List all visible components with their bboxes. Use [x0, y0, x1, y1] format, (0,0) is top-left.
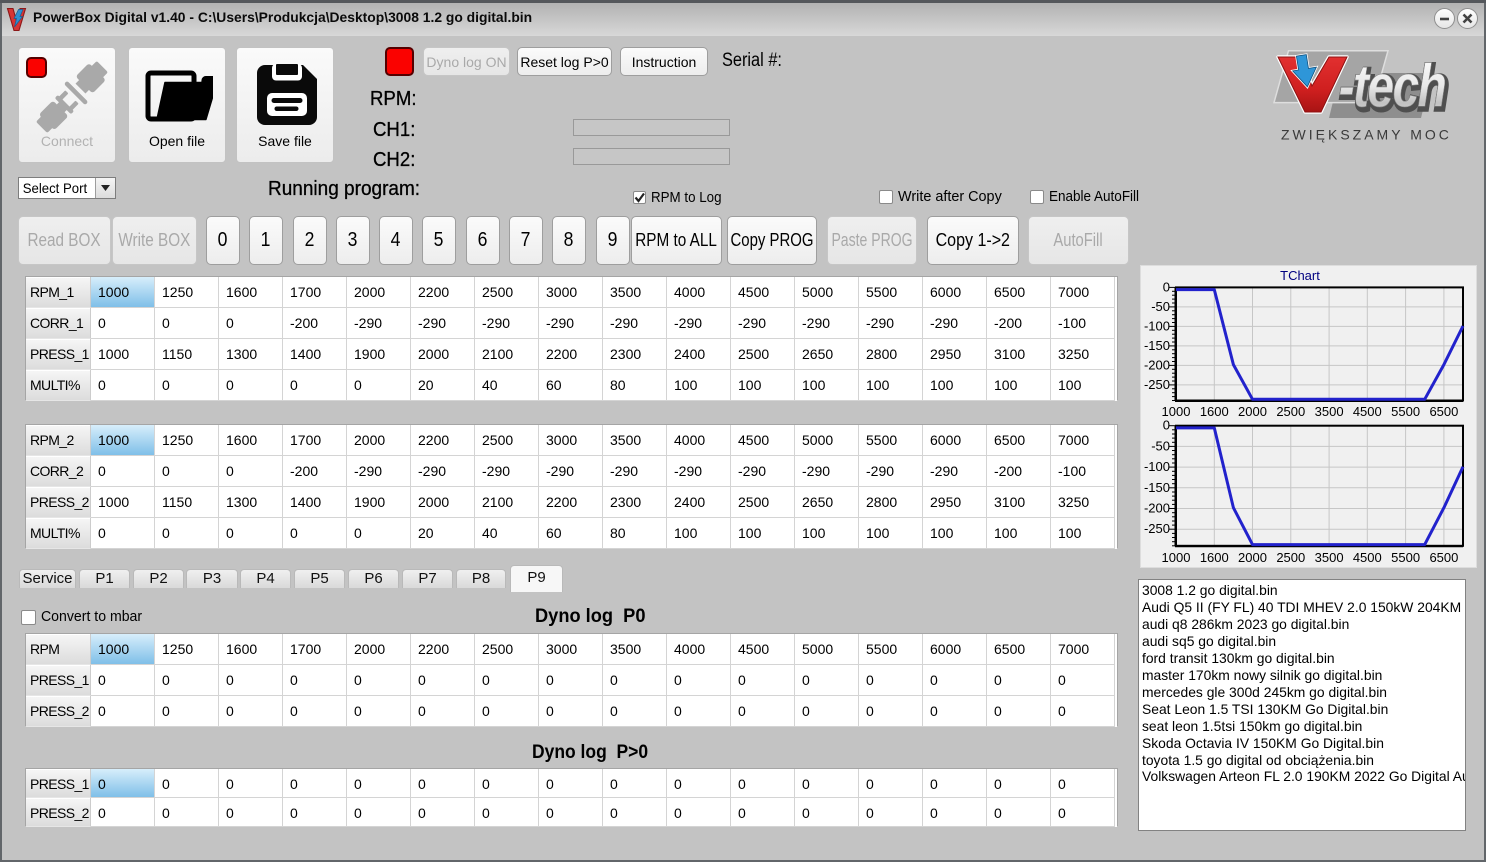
- svg-text:-100: -100: [1144, 318, 1170, 333]
- svg-text:5500: 5500: [1391, 550, 1420, 565]
- svg-text:-150: -150: [1144, 338, 1170, 353]
- svg-text:-200: -200: [1144, 357, 1170, 372]
- svg-text:4500: 4500: [1353, 550, 1382, 565]
- svg-text:-200: -200: [1144, 501, 1170, 516]
- svg-text:-50: -50: [1151, 438, 1170, 453]
- svg-text:3500: 3500: [1315, 550, 1344, 565]
- svg-text:-150: -150: [1144, 480, 1170, 495]
- svg-text:2000: 2000: [1238, 404, 1267, 419]
- svg-text:1600: 1600: [1200, 550, 1229, 565]
- svg-text:2500: 2500: [1276, 550, 1305, 565]
- svg-text:1600: 1600: [1200, 404, 1229, 419]
- svg-text:TChart: TChart: [1280, 268, 1320, 283]
- svg-text:4500: 4500: [1353, 404, 1382, 419]
- svg-text:0: 0: [1163, 418, 1170, 433]
- svg-text:-100: -100: [1144, 459, 1170, 474]
- svg-text:-250: -250: [1144, 521, 1170, 536]
- svg-text:1000: 1000: [1162, 550, 1191, 565]
- svg-text:3500: 3500: [1315, 404, 1344, 419]
- svg-text:-250: -250: [1144, 377, 1170, 392]
- svg-text:6500: 6500: [1429, 550, 1458, 565]
- svg-text:-50: -50: [1151, 299, 1170, 314]
- svg-text:5500: 5500: [1391, 404, 1420, 419]
- svg-text:6500: 6500: [1429, 404, 1458, 419]
- svg-text:2000: 2000: [1238, 550, 1267, 565]
- svg-text:2500: 2500: [1276, 404, 1305, 419]
- svg-text:0: 0: [1163, 279, 1170, 294]
